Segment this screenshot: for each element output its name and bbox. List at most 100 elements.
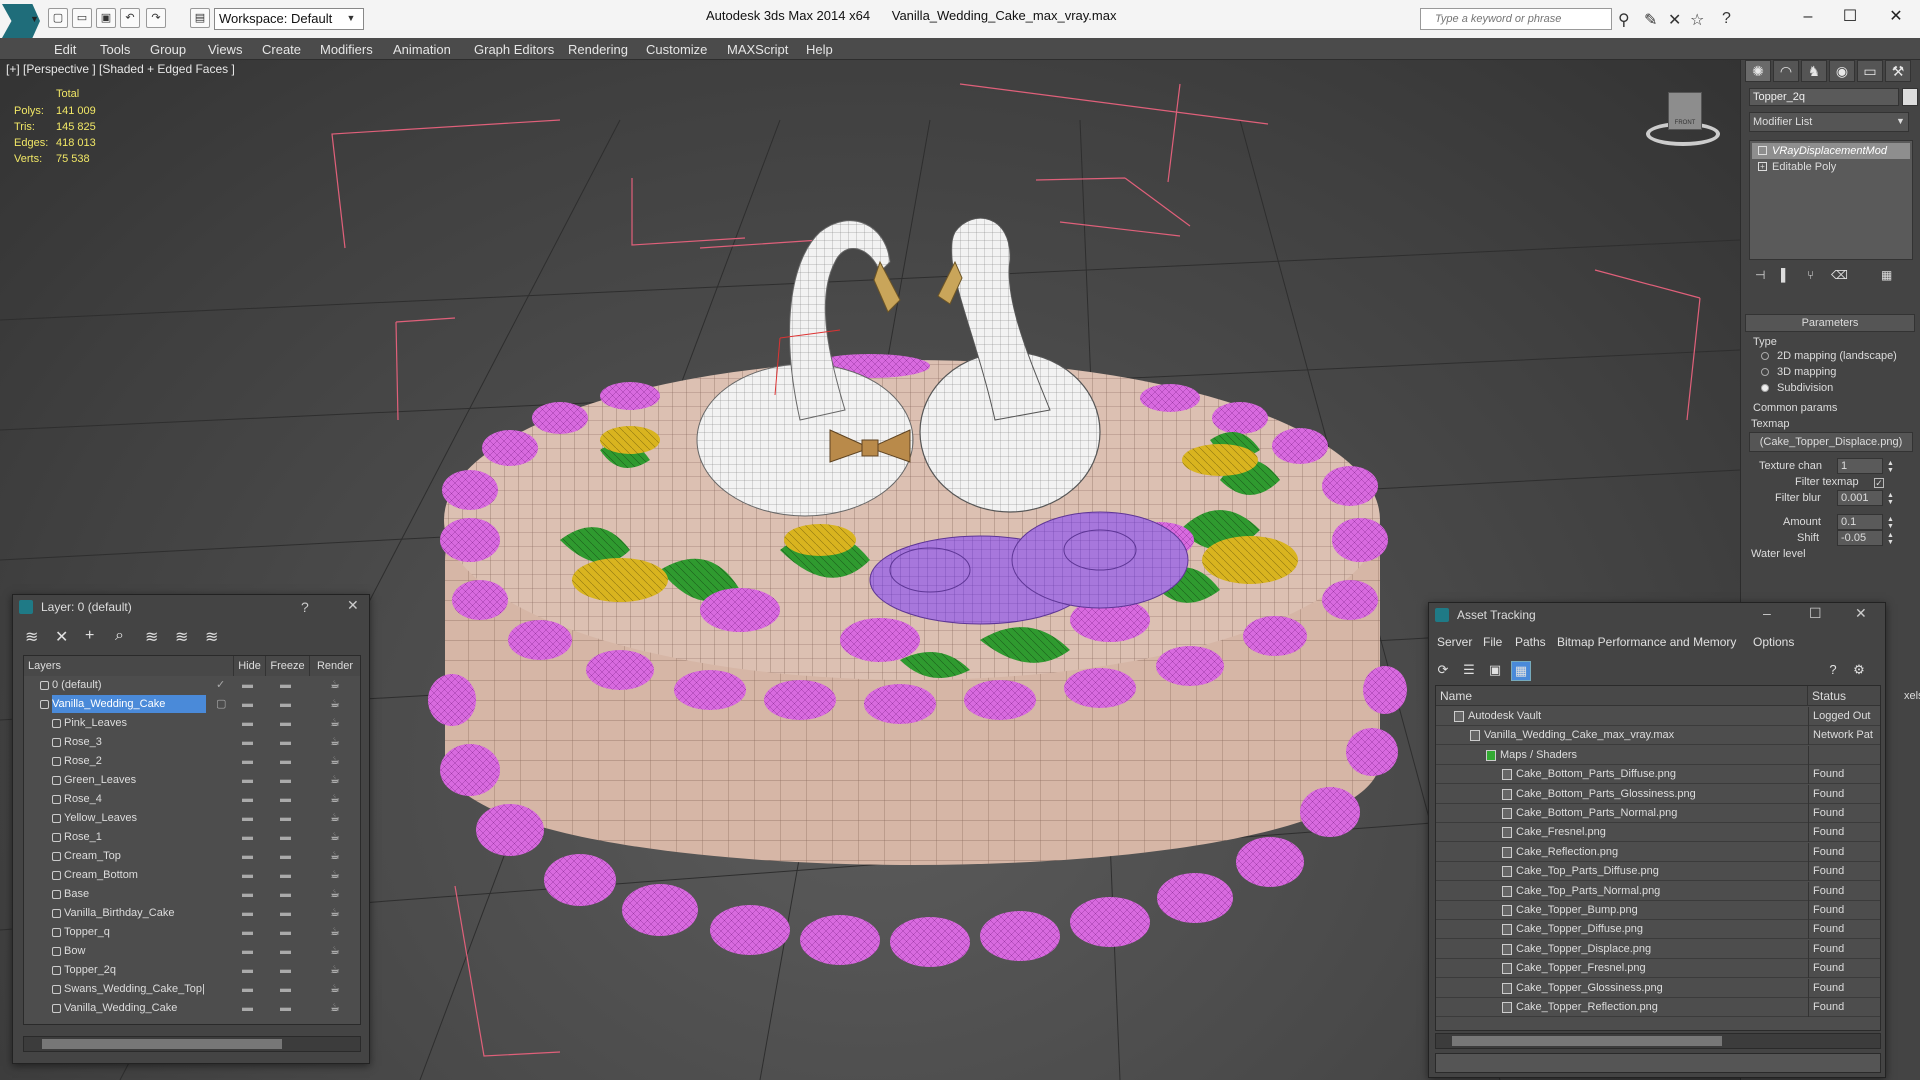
layer-name[interactable]: Topper_q — [64, 923, 206, 941]
asset-name[interactable]: Cake_Topper_Glossiness.png — [1516, 979, 1663, 998]
col-header-status[interactable]: Status — [1808, 686, 1880, 706]
render-teapot-icon[interactable]: ☕ — [330, 695, 340, 714]
table-row[interactable]: Cream_Bottom ▬ ▬ ☕ — [24, 866, 360, 885]
hide-toggle[interactable]: ▬ — [242, 999, 253, 1018]
render-teapot-icon[interactable]: ☕ — [330, 676, 340, 695]
table-row[interactable]: Cake_Topper_Fresnel.png Found — [1436, 959, 1880, 979]
spinner-arrows-icon[interactable]: ▲ ▼ — [1887, 532, 1894, 546]
asset-name[interactable]: Cake_Bottom_Parts_Glossiness.png — [1516, 785, 1696, 804]
save-file-icon[interactable]: ▣ — [96, 8, 116, 28]
render-teapot-icon[interactable]: ☕ — [330, 828, 340, 847]
scrollbar-thumb[interactable] — [1452, 1036, 1722, 1046]
render-teapot-icon[interactable]: ☕ — [330, 771, 340, 790]
pin-stack-icon[interactable]: ⊣ — [1755, 268, 1765, 282]
render-teapot-icon[interactable]: ☕ — [330, 733, 340, 752]
list-view-icon[interactable]: ☰ — [1459, 661, 1479, 681]
refresh-icon[interactable]: ⟳ — [1433, 661, 1453, 681]
stack-item-vray-displacement[interactable]: VRayDisplacementMod — [1752, 143, 1910, 159]
radio-subdivision[interactable] — [1761, 384, 1769, 392]
table-row[interactable]: Cake_Bottom_Parts_Diffuse.png Found — [1436, 765, 1880, 785]
texmap-button[interactable]: (Cake_Topper_Displace.png) — [1749, 432, 1913, 452]
asset-name[interactable]: Vanilla_Wedding_Cake_max_vray.max — [1484, 726, 1674, 745]
shift-spinner[interactable]: -0.05 — [1837, 530, 1883, 546]
select-objects-icon[interactable]: ⌕ — [115, 627, 124, 645]
help-icon[interactable]: ? — [1722, 10, 1731, 28]
layer-name[interactable]: Rose_1 — [64, 828, 206, 846]
remove-modifier-icon[interactable]: ⌫ — [1831, 268, 1848, 282]
asset-name[interactable]: Cake_Bottom_Parts_Normal.png — [1516, 804, 1677, 823]
workspace-dropdown[interactable]: Workspace: Default — [214, 8, 364, 30]
make-unique-icon[interactable]: ⑂ — [1807, 268, 1814, 282]
layer-name[interactable]: Swans_Wedding_Cake_Top| — [64, 980, 206, 998]
subscription-icon[interactable]: ✎ — [1644, 10, 1657, 30]
layers-icon[interactable]: ≋ — [25, 627, 38, 647]
freeze-toggle[interactable]: ▬ — [280, 809, 291, 828]
expand-plus-icon[interactable]: + — [1758, 162, 1767, 171]
freeze-all-icon[interactable]: ≋ — [205, 627, 218, 647]
minimize-icon[interactable]: – — [1763, 605, 1771, 621]
close-icon[interactable]: ✕ — [1876, 4, 1916, 32]
render-teapot-icon[interactable]: ☕ — [330, 866, 340, 885]
table-row[interactable]: Cake_Topper_Bump.png Found — [1436, 901, 1880, 920]
maximize-icon[interactable]: ☐ — [1809, 605, 1822, 622]
table-row[interactable]: Cake_Topper_Reflection.png Found — [1436, 998, 1880, 1017]
scrollbar-thumb[interactable] — [42, 1039, 282, 1049]
binoculars-icon[interactable]: ⚲ — [1618, 10, 1630, 30]
layer-name[interactable]: Rose_4 — [64, 790, 206, 808]
spinner-arrows-icon[interactable]: ▲ ▼ — [1887, 460, 1894, 474]
hide-toggle[interactable]: ▬ — [242, 904, 253, 923]
show-end-result-icon[interactable]: ▌ — [1781, 268, 1790, 282]
help-icon[interactable]: ? — [1823, 661, 1843, 681]
hide-toggle[interactable]: ▬ — [242, 809, 253, 828]
highlight-layer-icon[interactable]: ≋ — [145, 627, 158, 647]
help-icon[interactable]: ? — [301, 599, 309, 615]
hide-toggle[interactable]: ▬ — [242, 828, 253, 847]
render-teapot-icon[interactable]: ☕ — [330, 809, 340, 828]
motion-tab-icon[interactable]: ◉ — [1829, 60, 1855, 82]
freeze-toggle[interactable]: ▬ — [280, 923, 291, 942]
table-row[interactable]: Topper_2q ▬ ▬ ☕ — [24, 961, 360, 980]
menu-group[interactable]: Group — [150, 42, 186, 57]
menu-views[interactable]: Views — [208, 42, 242, 57]
asset-name[interactable]: Cake_Topper_Bump.png — [1516, 901, 1638, 920]
menu-modifiers[interactable]: Modifiers — [320, 42, 373, 57]
freeze-toggle[interactable]: ▬ — [280, 733, 291, 752]
thumbnail-view-icon[interactable]: ▣ — [1485, 661, 1505, 681]
layer-name[interactable]: Rose_2 — [64, 752, 206, 770]
freeze-toggle[interactable]: ▬ — [280, 790, 291, 809]
display-tab-icon[interactable]: ▭ — [1857, 60, 1883, 82]
table-row[interactable]: Green_Leaves ▬ ▬ ☕ — [24, 771, 360, 790]
redo-icon[interactable]: ↷ — [146, 8, 166, 28]
table-row[interactable]: Cake_Topper_Glossiness.png Found — [1436, 978, 1880, 998]
freeze-toggle[interactable]: ▬ — [280, 866, 291, 885]
render-teapot-icon[interactable]: ☕ — [330, 847, 340, 866]
hide-all-icon[interactable]: ≋ — [175, 627, 188, 647]
hide-toggle[interactable]: ▬ — [242, 676, 253, 695]
viewport-label[interactable]: [+] [Perspective ] [Shaded + Edged Faces… — [6, 62, 235, 76]
layer-name[interactable]: Vanilla_Wedding_Cake — [52, 695, 206, 713]
add-layer-icon[interactable]: + — [85, 627, 94, 645]
hide-toggle[interactable]: ▬ — [242, 847, 253, 866]
menu-create[interactable]: Create — [262, 42, 301, 57]
table-row[interactable]: Cake_Fresnel.png Found — [1436, 823, 1880, 843]
layer-name[interactable]: Base — [64, 885, 206, 903]
layer-name[interactable]: Topper_2q — [64, 961, 206, 979]
freeze-toggle[interactable]: ▬ — [280, 752, 291, 771]
render-teapot-icon[interactable]: ☕ — [330, 752, 340, 771]
layer-name[interactable]: Cream_Top — [64, 847, 206, 865]
render-teapot-icon[interactable]: ☕ — [330, 942, 340, 961]
object-color-swatch[interactable] — [1902, 88, 1918, 106]
freeze-toggle[interactable]: ▬ — [280, 999, 291, 1018]
modify-tab-icon[interactable]: ◠ — [1773, 60, 1799, 82]
freeze-toggle[interactable]: ▬ — [280, 942, 291, 961]
filter-texmap-checkbox[interactable]: ✓ — [1874, 478, 1884, 488]
freeze-toggle[interactable]: ▬ — [280, 714, 291, 733]
asset-path-field[interactable] — [1435, 1053, 1881, 1073]
app-menu-chevron-icon[interactable]: ▼ — [30, 14, 39, 24]
table-row[interactable]: Vanilla_Wedding_Cake ▬ ▬ ☕ — [24, 999, 360, 1018]
minimize-icon[interactable]: – — [1788, 4, 1828, 32]
asset-name[interactable]: Cake_Topper_Fresnel.png — [1516, 959, 1646, 978]
project-folder-icon[interactable]: ▤ — [190, 8, 210, 28]
amount-spinner[interactable]: 0.1 — [1837, 514, 1883, 530]
table-row[interactable]: Cake_Top_Parts_Normal.png Found — [1436, 881, 1880, 901]
